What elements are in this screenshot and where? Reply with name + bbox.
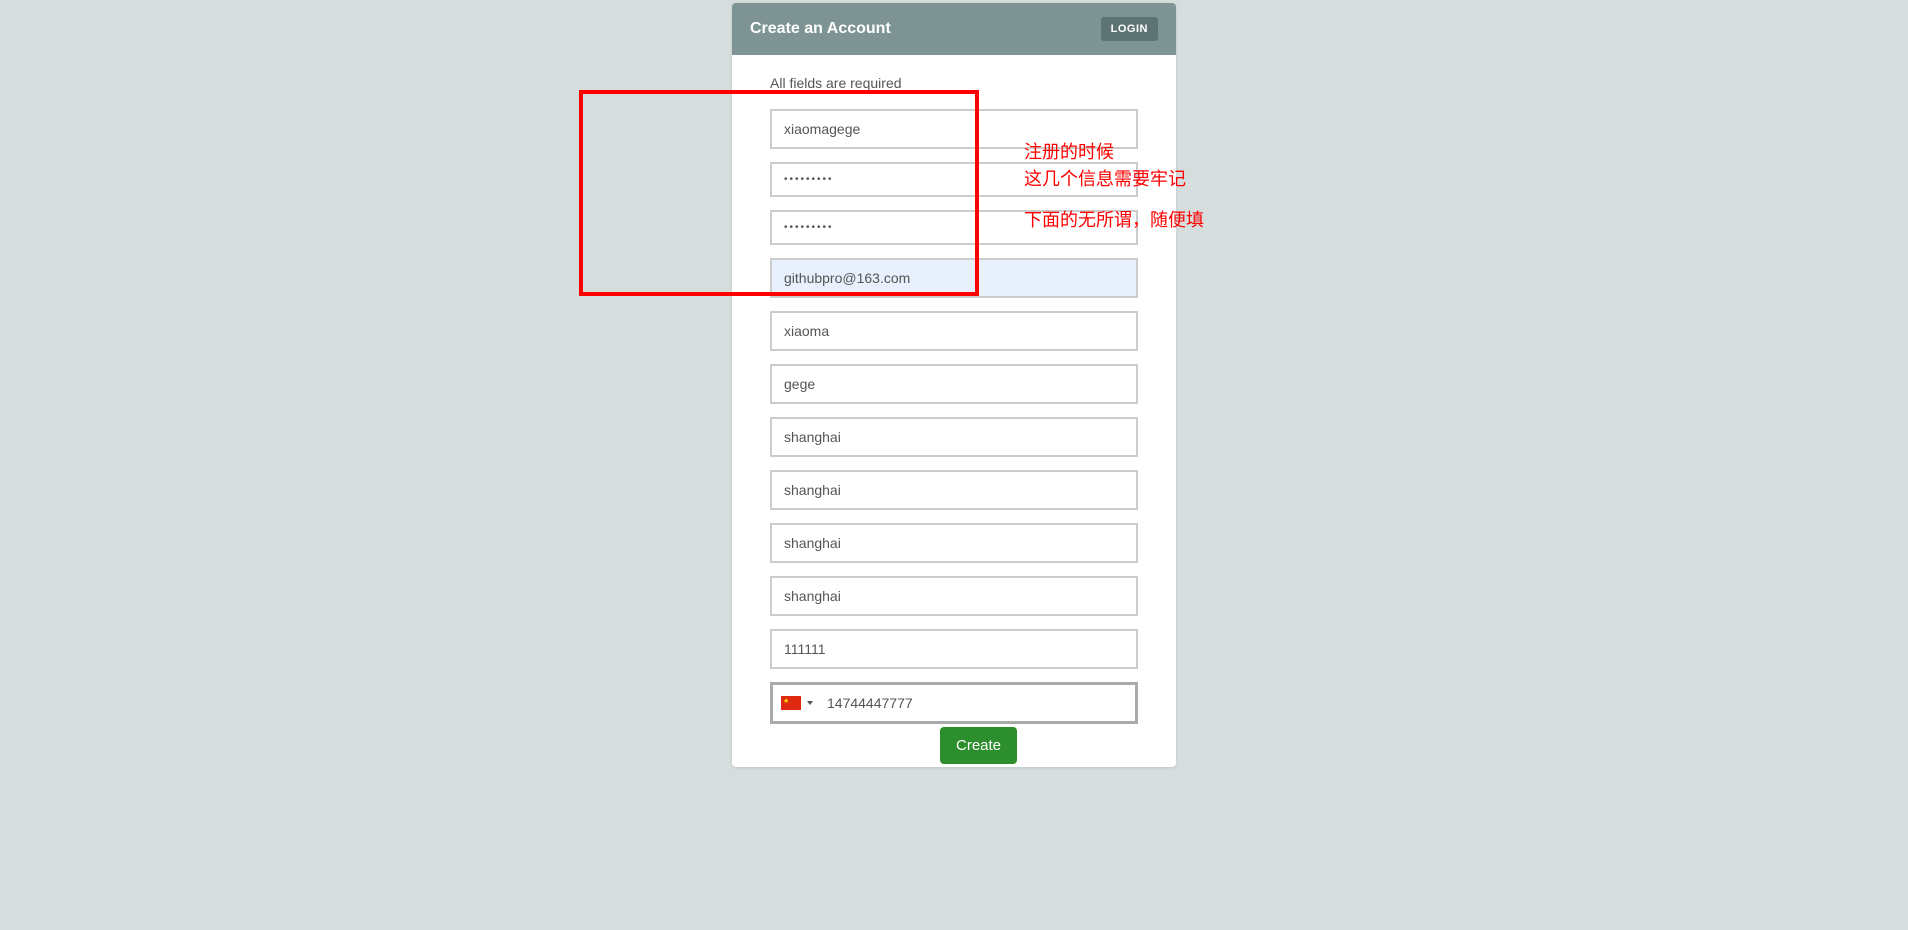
city1-input[interactable] [770, 417, 1138, 457]
annotation-line-3: 下面的无所谓，随便填 [1024, 208, 1204, 233]
required-fields-text: All fields are required [770, 75, 1138, 91]
lastname-input[interactable] [770, 364, 1138, 404]
phone-input[interactable] [819, 685, 1135, 721]
country-flag-selector[interactable] [773, 688, 819, 718]
login-button[interactable]: LOGIN [1101, 17, 1158, 41]
firstname-input[interactable] [770, 311, 1138, 351]
chevron-down-icon [807, 701, 813, 705]
city2-input[interactable] [770, 470, 1138, 510]
china-flag-icon [781, 696, 801, 710]
card-title: Create an Account [750, 20, 891, 38]
annotation-text: 注册的时候 这几个信息需要牢记 下面的无所谓，随便填 [1024, 140, 1204, 236]
city4-input[interactable] [770, 576, 1138, 616]
city3-input[interactable] [770, 523, 1138, 563]
registration-card: Create an Account LOGIN All fields are r… [732, 3, 1176, 767]
card-header: Create an Account LOGIN [732, 3, 1176, 55]
email-input[interactable] [770, 258, 1138, 298]
create-button[interactable]: Create [940, 727, 1017, 764]
annotation-line-2: 这几个信息需要牢记 [1024, 167, 1204, 192]
phone-input-group [770, 682, 1138, 724]
annotation-line-1: 注册的时候 [1024, 140, 1204, 165]
zipcode-input[interactable] [770, 629, 1138, 669]
